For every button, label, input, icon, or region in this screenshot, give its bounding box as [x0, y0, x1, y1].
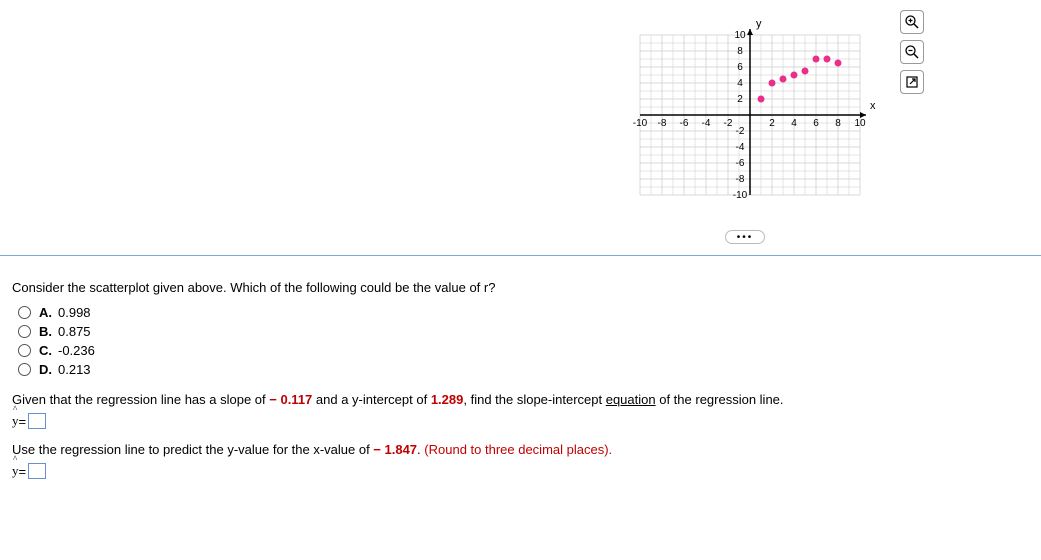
option-value: -0.236 — [58, 343, 95, 358]
svg-text:x: x — [870, 100, 876, 112]
option-value: 0.875 — [58, 324, 91, 339]
svg-text:-10: -10 — [633, 118, 648, 129]
svg-text:-6: -6 — [680, 118, 689, 129]
options-group: A. 0.998 B. 0.875 C. -0.236 D. 0.213 — [18, 305, 1029, 377]
svg-text:6: 6 — [737, 62, 743, 73]
svg-text:8: 8 — [835, 118, 841, 129]
svg-text:-4: -4 — [736, 142, 745, 153]
option-c[interactable]: C. -0.236 — [18, 343, 1029, 358]
option-letter: D. — [39, 362, 52, 377]
svg-text:-2: -2 — [736, 126, 745, 137]
open-new-window-icon[interactable] — [900, 70, 924, 94]
radio-icon[interactable] — [18, 363, 31, 376]
zoom-in-icon[interactable] — [900, 10, 924, 34]
slope-value: − 0.117 — [269, 392, 312, 407]
chart-tools — [900, 10, 924, 94]
radio-icon[interactable] — [18, 344, 31, 357]
svg-text:-8: -8 — [736, 174, 745, 185]
regression-statement-2: Use the regression line to predict the y… — [12, 441, 1029, 459]
svg-text:6: 6 — [813, 118, 819, 129]
svg-text:8: 8 — [737, 46, 743, 57]
option-letter: B. — [39, 324, 52, 339]
equation-word: equation — [606, 392, 656, 407]
question-prompt: Consider the scatterplot given above. Wh… — [12, 280, 1029, 295]
option-value: 0.213 — [58, 362, 91, 377]
option-letter: A. — [39, 305, 52, 320]
yhat-equation-2: ^y = — [12, 463, 1029, 479]
option-d[interactable]: D. 0.213 — [18, 362, 1029, 377]
svg-text:-6: -6 — [736, 158, 745, 169]
radio-icon[interactable] — [18, 325, 31, 338]
option-b[interactable]: B. 0.875 — [18, 324, 1029, 339]
xvalue: − 1.847 — [373, 442, 417, 457]
yhat-equation-1: ^y = — [12, 413, 1029, 429]
rounding-note: (Round to three decimal places). — [424, 442, 612, 457]
svg-text:-4: -4 — [702, 118, 711, 129]
svg-text:y: y — [756, 18, 762, 30]
option-a[interactable]: A. 0.998 — [18, 305, 1029, 320]
svg-text:10: 10 — [734, 30, 746, 41]
option-value: 0.998 — [58, 305, 91, 320]
zoom-out-icon[interactable] — [900, 40, 924, 64]
scatterplot-chart: -10 -8 -6 -4 -2 2 4 6 8 10 -10 -8 -6 -4 -2 2 4 6 8 10 x y — [610, 5, 890, 225]
predicted-y-input[interactable] — [28, 463, 46, 479]
svg-text:2: 2 — [769, 118, 775, 129]
regression-statement-1: Given that the regression line has a slo… — [12, 391, 1029, 409]
section-divider — [0, 255, 1041, 256]
svg-text:-2: -2 — [724, 118, 733, 129]
svg-text:-10: -10 — [733, 190, 748, 201]
more-button[interactable]: ••• — [725, 230, 765, 244]
regression-equation-input[interactable] — [28, 413, 46, 429]
option-letter: C. — [39, 343, 52, 358]
svg-text:10: 10 — [854, 118, 866, 129]
radio-icon[interactable] — [18, 306, 31, 319]
svg-text:2: 2 — [737, 94, 743, 105]
svg-text:4: 4 — [791, 118, 797, 129]
intercept-value: 1.289 — [431, 392, 464, 407]
svg-text:-8: -8 — [658, 118, 667, 129]
svg-text:4: 4 — [737, 78, 743, 89]
